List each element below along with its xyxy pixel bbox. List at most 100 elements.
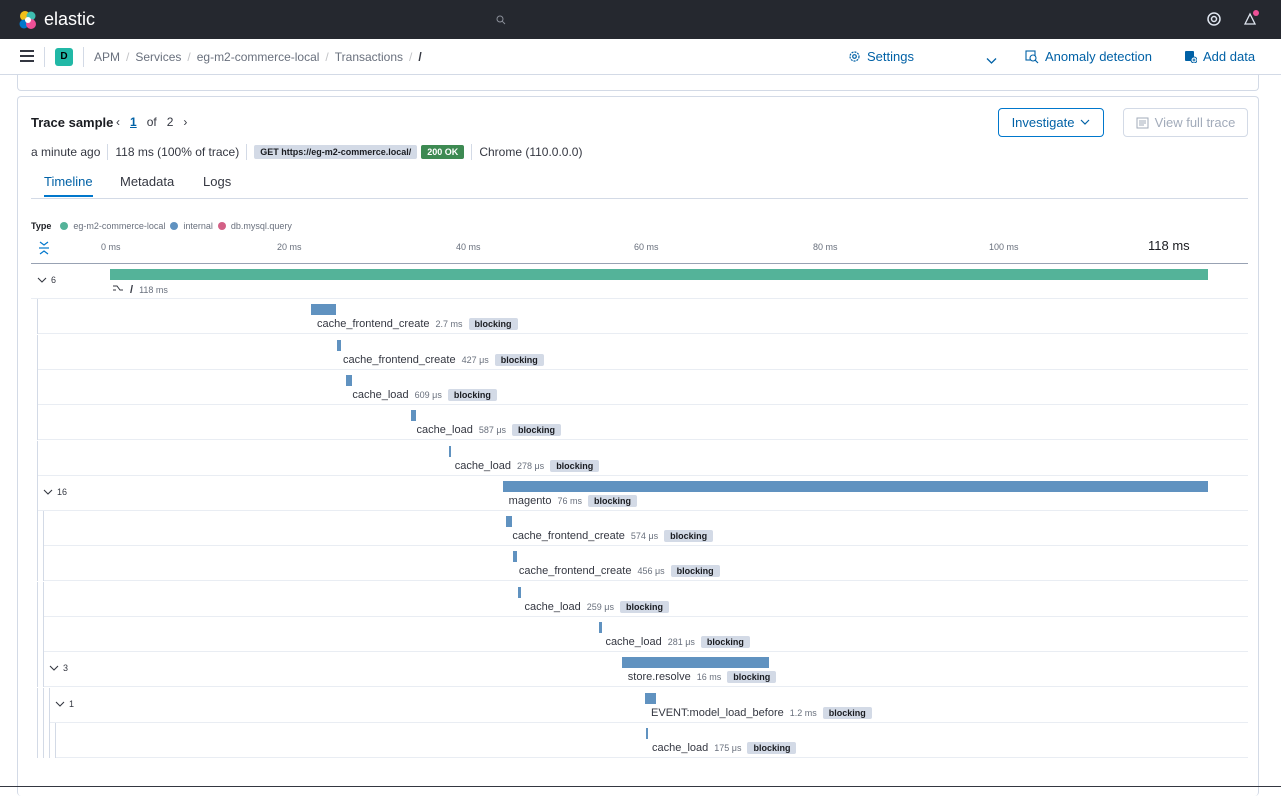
tree-guide xyxy=(37,370,38,405)
span-bar[interactable] xyxy=(645,693,657,704)
tree-guide xyxy=(43,688,44,723)
view-full-trace-button[interactable]: View full trace xyxy=(1123,108,1248,137)
span-label: store.resolve 16 ms blocking xyxy=(628,671,777,683)
divider xyxy=(44,47,45,67)
span-bar[interactable] xyxy=(506,516,512,527)
span-row[interactable] xyxy=(37,335,1248,370)
legend-dot xyxy=(217,222,226,230)
span-bar[interactable] xyxy=(518,587,521,598)
database-icon xyxy=(1185,51,1197,63)
span-row[interactable] xyxy=(37,405,1248,440)
blocking-badge: blocking xyxy=(447,389,497,401)
trace-age: a minute ago xyxy=(31,145,101,159)
span-row[interactable] xyxy=(37,441,1248,476)
tree-guide xyxy=(43,617,44,652)
total-pages: 2 xyxy=(166,115,174,129)
current-page[interactable]: 1 xyxy=(130,115,137,129)
span-duration: 427 μs xyxy=(461,355,489,365)
chevron-down-icon[interactable] xyxy=(986,52,997,70)
span-label: cache_load 259 μs blocking xyxy=(524,601,669,613)
span-bar[interactable] xyxy=(599,622,603,633)
tab-timeline[interactable]: Timeline xyxy=(44,174,93,197)
elastic-logo[interactable]: elastic xyxy=(18,9,95,30)
span-duration: 278 μs xyxy=(516,461,545,471)
gear-icon xyxy=(849,51,860,62)
chevron-down-icon xyxy=(1081,119,1090,125)
space-avatar[interactable]: D xyxy=(55,48,73,66)
divider xyxy=(83,47,84,67)
tree-guide xyxy=(37,511,38,546)
span-bar[interactable] xyxy=(346,375,353,386)
span-duration: 574 μs xyxy=(630,531,659,541)
breadcrumb-service[interactable]: eg-m2-commerce-local xyxy=(197,50,320,64)
span-duration: 281 μs xyxy=(667,637,695,647)
span-bar[interactable] xyxy=(621,657,769,668)
prev-page-icon[interactable]: ‹ xyxy=(116,115,120,129)
breadcrumb-apm[interactable]: APM xyxy=(94,50,120,64)
blocking-badge: blocking xyxy=(550,460,600,472)
axis-tick: 100 ms xyxy=(989,242,1019,252)
axis-tick: 20 ms xyxy=(277,242,302,252)
span-bar[interactable] xyxy=(448,446,452,457)
span-label: cache_load 609 μs blocking xyxy=(352,389,497,401)
next-page-icon[interactable]: › xyxy=(183,115,187,129)
breadcrumb-transactions[interactable]: Transactions xyxy=(335,50,403,64)
span-bar[interactable] xyxy=(512,551,518,562)
span-name: cache_load xyxy=(651,742,709,754)
settings-link[interactable]: Settings xyxy=(848,49,914,64)
axis-tick: 0 ms xyxy=(101,242,121,252)
span-label: magento 76 ms blocking xyxy=(509,495,638,507)
span-duration: 587 μs xyxy=(478,425,507,435)
search-icon[interactable] xyxy=(496,15,506,28)
span-bar[interactable] xyxy=(502,481,1208,492)
tab-logs[interactable]: Logs xyxy=(203,174,231,195)
bottom-border xyxy=(0,786,1281,787)
span-toggle[interactable]: 16 xyxy=(43,487,67,497)
span-bar[interactable] xyxy=(310,304,337,315)
span-bar[interactable] xyxy=(645,728,649,739)
child-count: 6 xyxy=(51,275,57,285)
span-bar[interactable] xyxy=(410,410,417,421)
span-label: cache_load 175 μs blocking xyxy=(652,742,797,754)
help-icon[interactable] xyxy=(1206,11,1222,32)
child-count: 3 xyxy=(63,663,69,673)
blocking-badge: blocking xyxy=(747,742,797,754)
blocking-badge: blocking xyxy=(494,354,544,366)
anomaly-detection-link[interactable]: Anomaly detection xyxy=(1025,49,1152,64)
blocking-badge: blocking xyxy=(700,636,750,648)
span-toggle[interactable]: 1 xyxy=(55,699,74,709)
breadcrumb-bar: D APM / Services / eg-m2-commerce-local / T… xyxy=(0,39,1281,75)
tree-guide xyxy=(43,582,44,617)
child-count: 1 xyxy=(69,699,75,709)
newsfeed-icon[interactable] xyxy=(1242,10,1260,33)
investigate-button[interactable]: Investigate xyxy=(998,108,1104,137)
span-label: cache_frontend_create 456 μs blocking xyxy=(519,565,720,577)
span-toggle[interactable]: 6 xyxy=(37,275,56,285)
top-header: elastic xyxy=(0,0,1281,39)
tree-guide xyxy=(37,546,38,581)
breadcrumb: APM / Services / eg-m2-commerce-local / Tra… xyxy=(94,50,422,64)
trace-summary: a minute ago 118 ms (100% of trace) GET … xyxy=(31,144,582,160)
tree-guide xyxy=(43,723,44,758)
breadcrumb-services[interactable]: Services xyxy=(135,50,181,64)
span-row[interactable] xyxy=(37,370,1248,405)
tree-guide xyxy=(37,441,38,476)
blocking-badge: blocking xyxy=(588,495,638,507)
tab-metadata[interactable]: Metadata xyxy=(120,174,174,195)
collapse-all-icon[interactable] xyxy=(38,241,50,260)
span-row[interactable] xyxy=(37,299,1248,334)
span-bar[interactable] xyxy=(110,269,1208,280)
tree-guide xyxy=(37,617,38,652)
span-name: cache_frontend_create xyxy=(518,565,632,577)
span-name: cache_load xyxy=(352,389,409,401)
span-bar[interactable] xyxy=(337,340,342,351)
span-duration: 175 μs xyxy=(714,743,742,753)
span-name: cache_load xyxy=(605,636,662,648)
add-data-link[interactable]: Add data xyxy=(1184,49,1255,64)
tree-guide xyxy=(37,335,38,370)
span-toggle[interactable]: 3 xyxy=(49,663,68,673)
blocking-badge: blocking xyxy=(727,671,777,683)
trace-pager: ‹ 1 of 2 › xyxy=(116,115,187,129)
menu-icon[interactable] xyxy=(20,50,34,65)
trace-sample-title: Trace sample xyxy=(31,115,114,130)
